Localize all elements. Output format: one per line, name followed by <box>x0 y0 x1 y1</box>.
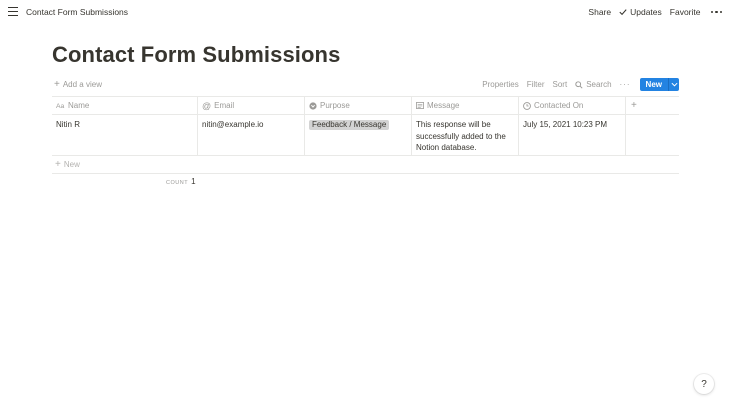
add-column-button[interactable]: + <box>626 97 679 114</box>
column-label: Purpose <box>320 101 350 110</box>
count-value: 1 <box>191 177 196 186</box>
column-header-contacted-on[interactable]: Contacted On <box>519 97 626 114</box>
table-header: Aa Name @ Email Purpose Message Contacte… <box>52 97 679 115</box>
add-view-button[interactable]: + Add a view <box>54 78 102 90</box>
purpose-tag: Feedback / Message <box>309 120 390 130</box>
top-bar: Contact Form Submissions Share Updates F… <box>0 0 730 25</box>
new-row-button[interactable]: + New <box>52 156 679 174</box>
lines-property-icon <box>416 102 424 109</box>
new-button[interactable]: New <box>639 78 679 91</box>
help-button[interactable]: ? <box>694 374 714 394</box>
properties-button[interactable]: Properties <box>482 80 518 89</box>
column-header-email[interactable]: @ Email <box>198 97 305 114</box>
search-icon <box>575 80 583 89</box>
column-label: Name <box>68 101 90 110</box>
svg-text:Aa: Aa <box>56 103 65 109</box>
column-header-message[interactable]: Message <box>412 97 519 114</box>
count-label: COUNT <box>166 180 189 186</box>
new-row-label: New <box>63 160 80 169</box>
check-icon <box>619 9 627 16</box>
view-more-button[interactable]: ··· <box>620 80 631 89</box>
column-header-purpose[interactable]: Purpose <box>305 97 412 114</box>
search-button[interactable]: Search <box>575 80 612 89</box>
clock-icon <box>523 101 531 110</box>
filter-button[interactable]: Filter <box>527 80 545 89</box>
updates-button[interactable]: Updates <box>619 7 662 17</box>
share-button[interactable]: Share <box>588 7 611 17</box>
plus-icon: + <box>55 159 61 170</box>
select-property-icon <box>309 101 317 110</box>
view-toolbar: + Add a view Properties Filter Sort Sear… <box>52 78 679 92</box>
row-count[interactable]: COUNT 1 <box>166 177 196 186</box>
cell-email[interactable]: nitin@example.io <box>198 115 305 155</box>
cell-empty <box>626 115 679 155</box>
cell-name[interactable]: Nitin R <box>52 115 198 155</box>
search-label: Search <box>586 80 612 89</box>
column-header-name[interactable]: Aa Name <box>52 97 198 114</box>
column-label: Message <box>427 101 460 110</box>
top-actions: Share Updates Favorite <box>580 7 722 17</box>
more-options-icon[interactable] <box>710 10 722 14</box>
sidebar-toggle-icon[interactable] <box>8 7 18 17</box>
new-button-label: New <box>639 78 668 91</box>
add-view-label: Add a view <box>62 80 102 89</box>
view-tools: Properties Filter Sort Search ··· New <box>474 78 679 91</box>
text-property-icon: Aa <box>56 102 65 109</box>
database-table: Aa Name @ Email Purpose Message Contacte… <box>52 96 679 174</box>
column-label: Email <box>214 101 235 110</box>
cell-message[interactable]: This response will be successfully added… <box>412 115 519 155</box>
sort-button[interactable]: Sort <box>553 80 568 89</box>
page-title: Contact Form Submissions <box>52 42 341 67</box>
cell-contacted-on[interactable]: July 15, 2021 10:23 PM <box>519 115 626 155</box>
column-label: Contacted On <box>534 101 584 110</box>
new-dropdown-button[interactable] <box>668 78 679 91</box>
at-sign-icon: @ <box>202 100 212 111</box>
favorite-button[interactable]: Favorite <box>670 7 701 17</box>
cell-purpose[interactable]: Feedback / Message <box>305 115 412 155</box>
table-row[interactable]: Nitin R nitin@example.io Feedback / Mess… <box>52 115 679 156</box>
plus-icon: + <box>54 78 60 90</box>
chevron-down-icon <box>671 82 677 87</box>
breadcrumb[interactable]: Contact Form Submissions <box>26 7 128 17</box>
updates-label: Updates <box>630 7 662 17</box>
